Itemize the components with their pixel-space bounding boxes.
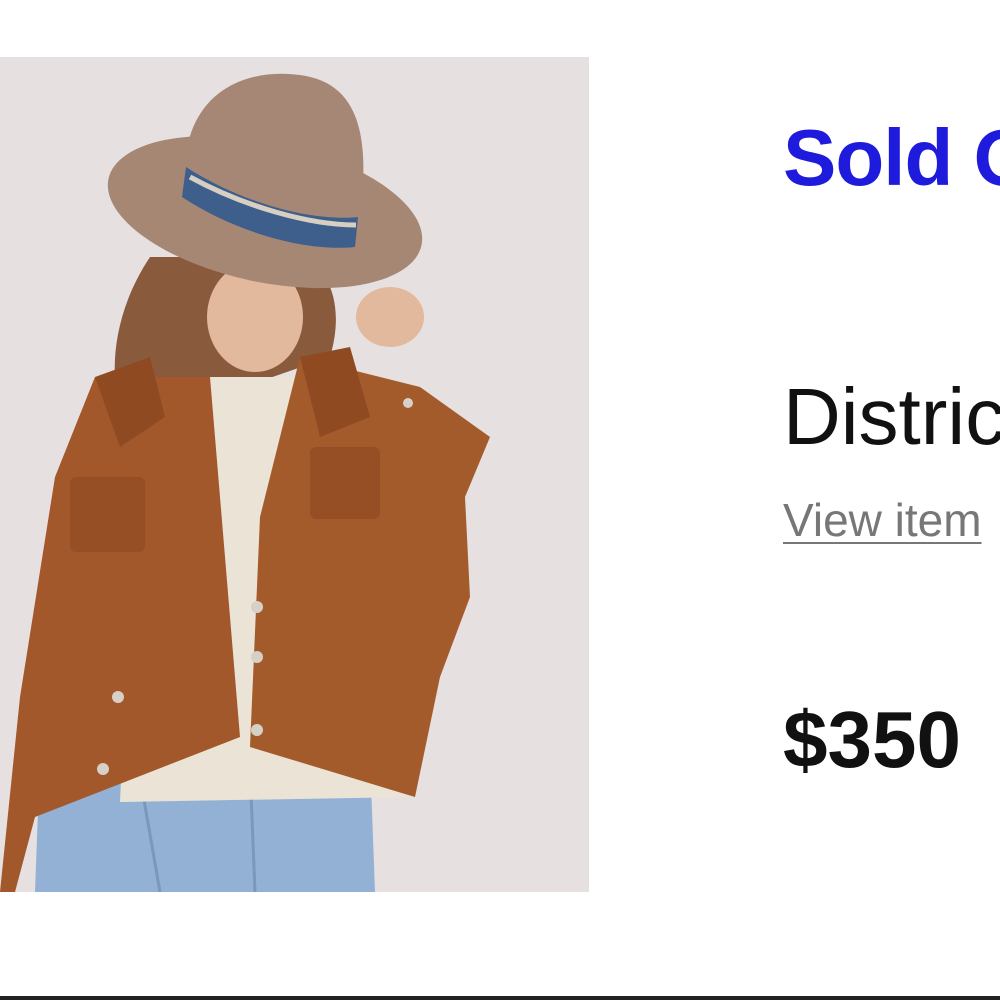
item-price: $350 <box>783 695 961 784</box>
product-image[interactable] <box>0 57 589 892</box>
view-item-link[interactable]: View item <box>783 497 982 543</box>
bottom-divider <box>0 996 1000 1000</box>
sold-out-label: Sold O <box>783 113 1000 202</box>
item-title[interactable]: Distric <box>783 377 1000 457</box>
